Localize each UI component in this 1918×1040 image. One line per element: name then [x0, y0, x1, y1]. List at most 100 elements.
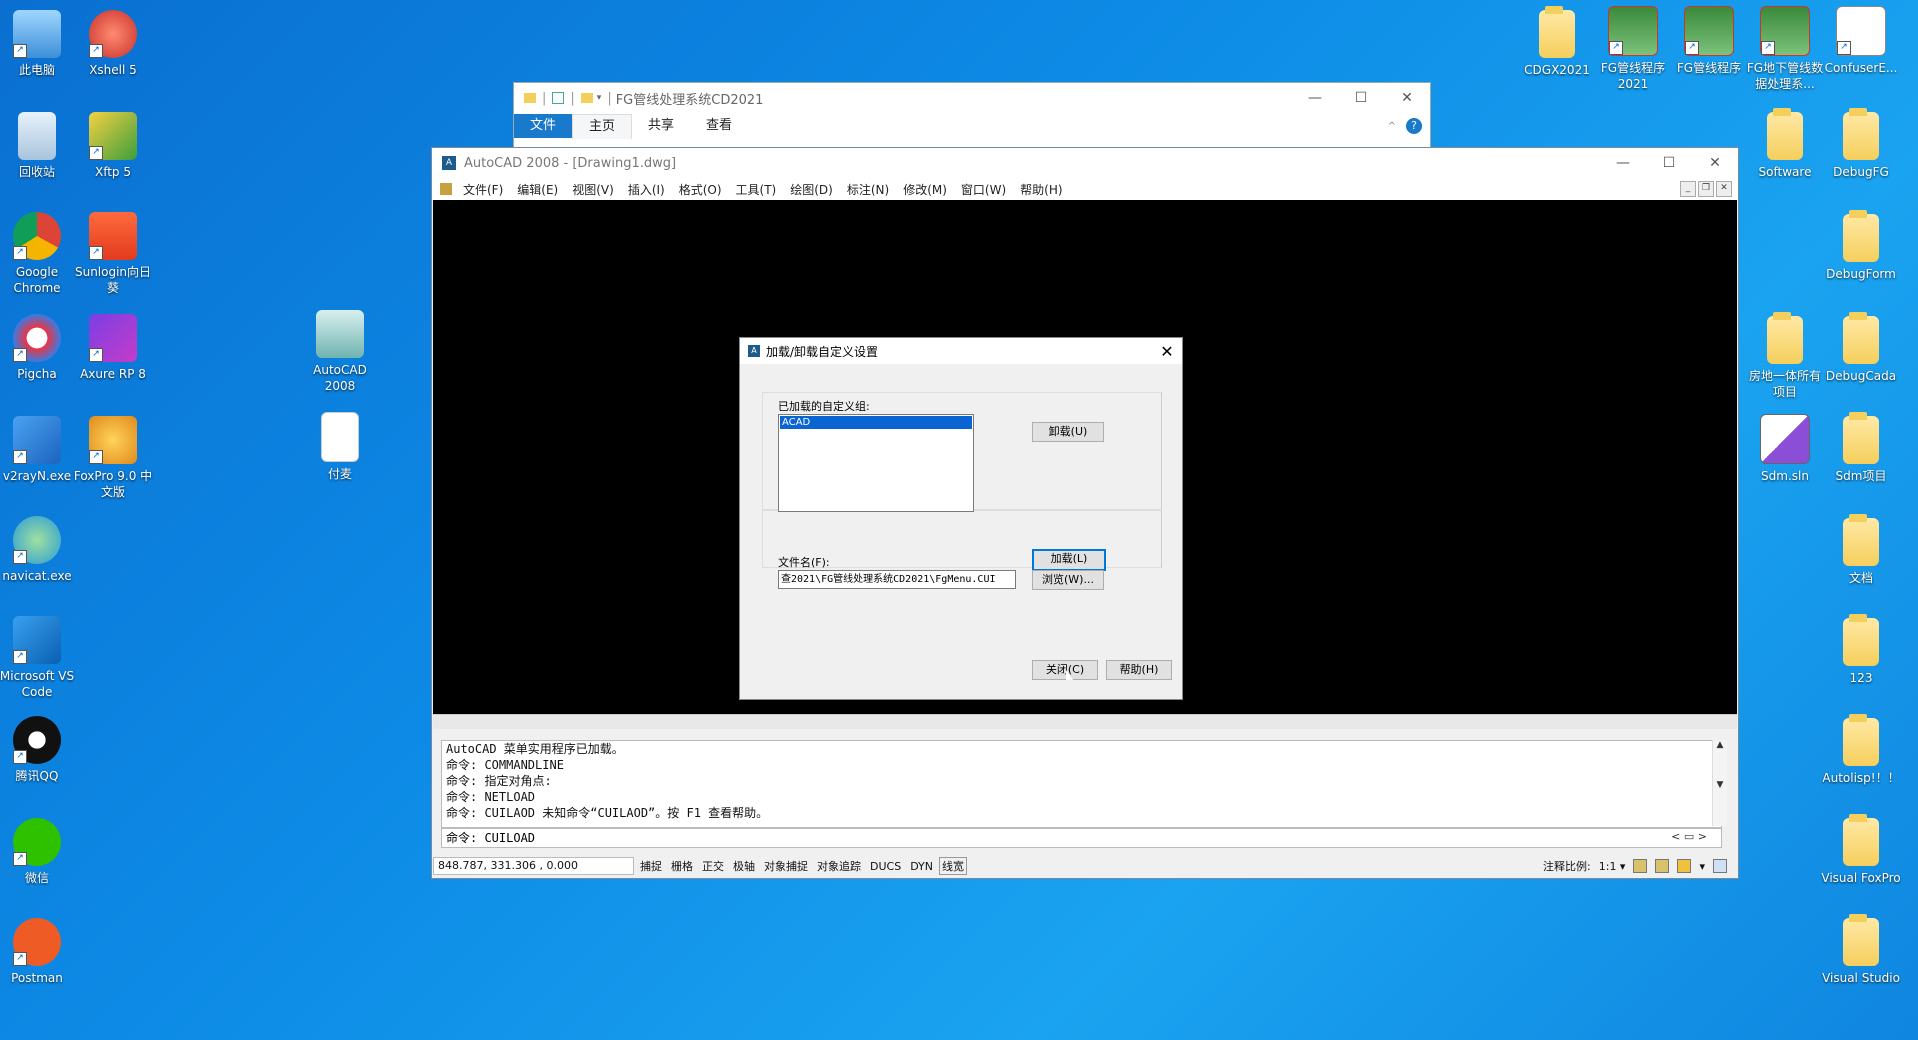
desktop-icon-fg[interactable]: ↗ FG管线程序: [1669, 6, 1749, 76]
desktop-icon-recycle-bin[interactable]: 回收站: [0, 112, 77, 180]
menu-format[interactable]: 格式(O): [672, 181, 729, 198]
close-button[interactable]: 关闭(C): [1032, 660, 1098, 680]
desktop-icon-chrome[interactable]: ↗ Google Chrome: [0, 212, 77, 296]
toggle-ortho[interactable]: 正交: [699, 857, 727, 875]
load-button[interactable]: 加载(L): [1032, 549, 1106, 571]
desktop-icon-pigcha[interactable]: ↗ Pigcha: [0, 314, 77, 382]
annotation-scale-dropdown[interactable]: 1:1 ▾: [1599, 860, 1626, 873]
chevron-down-icon[interactable]: ▾: [1699, 860, 1705, 873]
desktop-icon-sunlogin[interactable]: ↗ Sunlogin向日葵: [73, 212, 153, 296]
desktop-icon-postman[interactable]: ↗ Postman: [0, 918, 77, 986]
desktop-icon-label: FoxPro 9.0 中文版: [73, 469, 153, 499]
toggle-lineweight[interactable]: 线宽: [939, 857, 968, 875]
annotation-visibility-icon[interactable]: [1633, 859, 1648, 873]
toggle-otrack[interactable]: 对象追踪: [814, 857, 864, 875]
status-right: 注释比例: 1:1 ▾ ▾: [1543, 858, 1727, 874]
restore-icon[interactable]: ❐: [1698, 181, 1714, 197]
properties-icon[interactable]: [552, 92, 565, 104]
history-line: AutoCAD 菜单实用程序已加载。: [446, 742, 624, 756]
menu-dimension[interactable]: 标注(N): [840, 181, 896, 198]
unload-button[interactable]: 卸载(U): [1032, 422, 1104, 442]
desktop-icon-fg2021[interactable]: ↗ FG管线程序2021: [1593, 6, 1673, 92]
horizontal-scrollbar[interactable]: [433, 714, 1737, 729]
desktop-icon-confuser[interactable]: ↗ ConfuserE...: [1821, 6, 1901, 76]
toggle-grid[interactable]: 栅格: [668, 857, 696, 875]
tab-view[interactable]: 查看: [690, 114, 748, 138]
desktop-icon-docs[interactable]: 文档: [1821, 514, 1901, 586]
toggle-polar[interactable]: 极轴: [730, 857, 758, 875]
tab-home[interactable]: 主页: [572, 113, 633, 139]
desktop-icon-document[interactable]: 付麦: [300, 412, 380, 482]
toggle-dyn[interactable]: DYN: [907, 859, 936, 874]
desktop-icon-wechat[interactable]: ↗ 微信: [0, 818, 77, 886]
toolbar-lock-icon[interactable]: [1677, 859, 1692, 873]
folder-icon: [1843, 914, 1879, 966]
menu-help[interactable]: 帮助(H): [1013, 181, 1069, 198]
desktop-icon-computer[interactable]: ↗ 此电脑: [0, 10, 77, 78]
close-icon[interactable]: ✕: [1384, 90, 1430, 106]
command-scroll-arrows[interactable]: < ▭ >: [1671, 830, 1707, 843]
desktop-icon-vscode[interactable]: ↗ Microsoft VS Code: [0, 616, 77, 700]
desktop-icon-autolisp[interactable]: Autolisp!！！: [1821, 714, 1901, 786]
desktop-icon-fg-underground[interactable]: ↗ FG地下管线数据处理系...: [1745, 6, 1825, 92]
desktop-icon-axure[interactable]: ↗ Axure RP 8: [73, 314, 153, 382]
desktop-icon-123[interactable]: 123: [1821, 614, 1901, 686]
desktop-icon-sdm-project[interactable]: Sdm项目: [1821, 412, 1901, 484]
desktop-icon-navicat[interactable]: ↗ navicat.exe: [0, 516, 77, 584]
command-history-scrollbar[interactable]: ▲ ▼: [1712, 740, 1727, 826]
menu-insert[interactable]: 插入(I): [621, 181, 672, 198]
new-folder-icon[interactable]: [580, 93, 593, 103]
document-menu-icon[interactable]: [440, 183, 452, 195]
filename-input[interactable]: 查2021\FG管线处理系统CD2021\FgMenu.CUI: [778, 570, 1016, 589]
desktop-icon-label: 微信: [24, 871, 49, 885]
help-button[interactable]: 帮助(H): [1106, 660, 1172, 680]
menu-edit[interactable]: 编辑(E): [510, 181, 565, 198]
desktop-icon-label: Microsoft VS Code: [0, 669, 75, 699]
command-input[interactable]: 命令: CUILOAD: [441, 828, 1722, 848]
tab-file[interactable]: 文件: [514, 114, 573, 138]
desktop-icon-debugform[interactable]: DebugForm: [1821, 210, 1901, 282]
desktop-icon-cdgx2021[interactable]: CDGX2021: [1517, 6, 1597, 78]
desktop-icon-foxpro[interactable]: ↗ FoxPro 9.0 中文版: [73, 416, 153, 500]
desktop-icon-debugfg[interactable]: DebugFG: [1821, 108, 1901, 180]
toggle-snap[interactable]: 捕捉: [637, 857, 665, 875]
desktop-icon-debugcada[interactable]: DebugCada: [1821, 312, 1901, 384]
help-icon[interactable]: ?: [1406, 118, 1422, 134]
desktop-icon-sdm-sln[interactable]: Sdm.sln: [1745, 414, 1825, 484]
desktop-icon-v2rayn[interactable]: ↗ v2rayN.exe: [0, 416, 77, 484]
loaded-groups-list[interactable]: ACAD: [778, 414, 974, 512]
minimize-icon[interactable]: _: [1680, 181, 1696, 197]
desktop-icon-xftp[interactable]: ↗ Xftp 5: [73, 112, 153, 180]
visual-studio-solution-icon: [1760, 414, 1810, 464]
close-icon[interactable]: ✕: [1716, 181, 1732, 197]
minimize-icon[interactable]: —: [1600, 155, 1646, 171]
menu-modify[interactable]: 修改(M): [896, 181, 954, 198]
minimize-icon[interactable]: —: [1292, 90, 1338, 106]
desktop-icon-visual-studio[interactable]: Visual Studio: [1821, 914, 1901, 986]
tab-share[interactable]: 共享: [632, 114, 690, 138]
maximize-icon[interactable]: ☐: [1338, 90, 1384, 106]
chevron-down-icon[interactable]: ▾: [597, 93, 602, 103]
desktop-icon-autocad[interactable]: AutoCAD 2008: [300, 310, 380, 394]
menu-draw[interactable]: 绘图(D): [783, 181, 840, 198]
menu-file[interactable]: 文件(F): [456, 181, 510, 198]
toggle-osnap[interactable]: 对象捕捉: [761, 857, 811, 875]
list-item[interactable]: ACAD: [780, 416, 972, 429]
toggle-ducs[interactable]: DUCS: [867, 859, 904, 874]
menu-view[interactable]: 视图(V): [565, 181, 621, 198]
close-icon[interactable]: ✕: [1692, 155, 1738, 171]
clean-screen-icon[interactable]: [1713, 859, 1727, 873]
close-icon[interactable]: ✕: [1152, 342, 1182, 361]
browse-button[interactable]: 浏览(W)...: [1032, 570, 1104, 590]
maximize-icon[interactable]: ☐: [1646, 155, 1692, 171]
autocad-icon: [316, 310, 364, 358]
auto-scale-icon[interactable]: [1655, 859, 1670, 873]
desktop-icon-fangdi[interactable]: 房地一体所有项目: [1745, 312, 1825, 400]
chevron-up-icon[interactable]: ^: [1388, 121, 1396, 132]
desktop-icon-visual-foxpro[interactable]: Visual FoxPro: [1821, 814, 1901, 886]
desktop-icon-qq[interactable]: ↗ 腾讯QQ: [0, 716, 77, 784]
menu-tools[interactable]: 工具(T): [729, 181, 784, 198]
desktop-icon-software[interactable]: Software: [1745, 108, 1825, 180]
menu-window[interactable]: 窗口(W): [954, 181, 1013, 198]
desktop-icon-xshell[interactable]: ↗ Xshell 5: [73, 10, 153, 78]
